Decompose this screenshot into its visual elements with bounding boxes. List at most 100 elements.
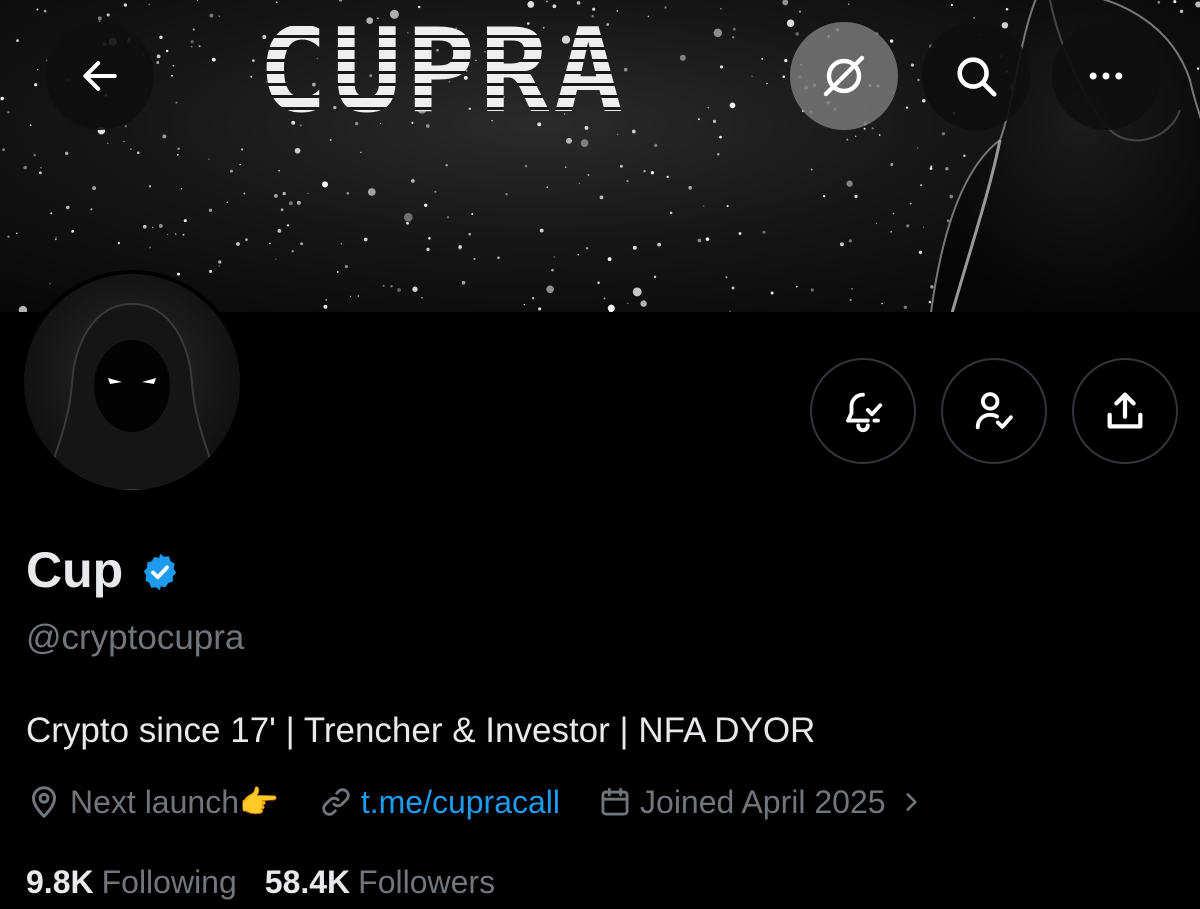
location-pin-icon xyxy=(32,786,56,818)
star xyxy=(363,237,368,242)
following-label: Following xyxy=(101,864,237,900)
star xyxy=(766,82,768,85)
star xyxy=(124,125,127,128)
star xyxy=(688,185,693,190)
star xyxy=(847,3,850,5)
star xyxy=(180,188,183,190)
profile-banner[interactable]: CUPRA xyxy=(0,0,1200,312)
star xyxy=(603,297,606,300)
star xyxy=(397,288,401,292)
star xyxy=(910,63,914,67)
star xyxy=(719,135,722,139)
star xyxy=(654,143,658,148)
star xyxy=(732,27,736,31)
share-icon xyxy=(1107,392,1143,429)
profile-bio: Crypto since 17' | Trencher & Investor |… xyxy=(26,711,816,750)
star xyxy=(190,40,194,44)
star xyxy=(918,250,923,255)
star xyxy=(183,219,187,223)
star xyxy=(117,241,121,245)
star xyxy=(192,28,195,31)
search-button[interactable] xyxy=(922,22,1030,130)
star xyxy=(854,194,858,199)
star xyxy=(65,151,69,156)
star xyxy=(344,265,348,269)
star xyxy=(855,135,857,137)
star xyxy=(40,167,42,169)
search-icon xyxy=(957,57,997,97)
star xyxy=(524,164,528,168)
star xyxy=(0,96,4,101)
star xyxy=(156,61,160,64)
star xyxy=(849,298,852,302)
star xyxy=(731,286,735,290)
following-button[interactable] xyxy=(941,358,1047,464)
location-item: Next launch👉 xyxy=(26,780,279,824)
calendar-icon xyxy=(601,787,629,816)
star xyxy=(679,54,686,61)
website-item[interactable]: t.me/cupracall xyxy=(319,780,560,824)
star xyxy=(546,186,548,188)
star xyxy=(2,148,6,152)
star xyxy=(360,151,362,154)
star xyxy=(34,83,38,87)
star xyxy=(367,188,376,196)
profile-avatar[interactable] xyxy=(20,270,244,494)
following-stat[interactable]: 9.8K Following xyxy=(26,860,237,904)
more-options-button[interactable] xyxy=(1052,22,1160,130)
star xyxy=(54,238,57,241)
star xyxy=(713,28,723,38)
star xyxy=(411,179,415,183)
star xyxy=(269,242,271,245)
notifications-button[interactable] xyxy=(810,358,916,464)
star xyxy=(810,168,813,171)
star xyxy=(176,153,179,156)
star xyxy=(878,134,881,136)
star xyxy=(846,180,853,187)
star xyxy=(580,139,589,147)
grok-button[interactable] xyxy=(790,22,898,130)
share-button[interactable] xyxy=(1072,358,1178,464)
star xyxy=(871,127,874,130)
star xyxy=(43,9,47,13)
star xyxy=(37,69,39,71)
star xyxy=(280,208,284,212)
star xyxy=(702,205,705,207)
star xyxy=(434,190,437,193)
website-link[interactable]: t.me/cupracall xyxy=(361,780,560,824)
star xyxy=(282,191,286,196)
star xyxy=(288,201,293,206)
back-button[interactable] xyxy=(46,22,154,130)
star xyxy=(106,13,110,17)
star xyxy=(909,202,912,205)
star xyxy=(863,127,866,130)
star xyxy=(546,285,554,294)
followers-stat[interactable]: 58.4K Followers xyxy=(265,860,495,904)
star xyxy=(208,208,213,213)
star xyxy=(211,57,216,62)
arrow-left-icon xyxy=(83,61,117,91)
star xyxy=(892,212,895,215)
star xyxy=(875,222,878,225)
star xyxy=(905,106,909,109)
star xyxy=(578,182,581,185)
star xyxy=(382,284,385,287)
star xyxy=(412,286,418,292)
star xyxy=(349,295,352,298)
star xyxy=(241,148,244,151)
star xyxy=(719,65,724,69)
star xyxy=(286,224,290,227)
profile-name-row: Cup xyxy=(26,540,181,600)
star xyxy=(166,49,169,53)
star xyxy=(916,147,919,149)
star xyxy=(148,185,152,188)
joined-item[interactable]: Joined April 2025 xyxy=(598,780,924,824)
star xyxy=(296,200,301,205)
star xyxy=(273,193,278,198)
star xyxy=(731,35,735,39)
star xyxy=(725,276,728,279)
star xyxy=(697,118,700,121)
followers-count: 58.4K xyxy=(264,864,351,900)
star xyxy=(881,302,883,305)
verified-badge-icon[interactable] xyxy=(139,551,181,593)
